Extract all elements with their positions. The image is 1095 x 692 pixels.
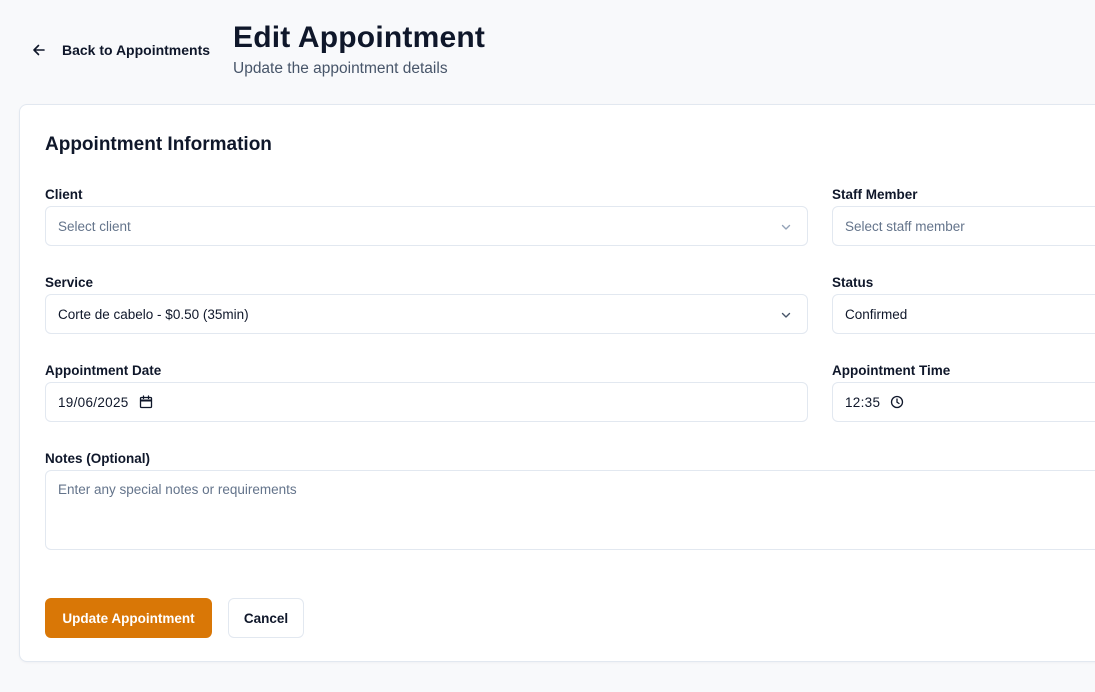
service-select-value: Corte de cabelo - $0.50 (35min) bbox=[58, 306, 249, 322]
appointment-date-input[interactable]: 19/06/2025 bbox=[45, 382, 808, 422]
notes-label: Notes (Optional) bbox=[45, 451, 150, 466]
status-select-value: Confirmed bbox=[845, 306, 908, 322]
page-title: Edit Appointment bbox=[233, 21, 486, 54]
time-value: 12:35 bbox=[845, 394, 881, 410]
client-select[interactable]: Select client bbox=[45, 206, 808, 246]
calendar-icon[interactable] bbox=[139, 395, 153, 409]
chevron-down-icon bbox=[781, 224, 791, 230]
section-title: Appointment Information bbox=[45, 134, 272, 155]
status-label: Status bbox=[832, 275, 874, 290]
arrow-left-icon bbox=[33, 44, 45, 56]
staff-member-label: Staff Member bbox=[832, 187, 918, 202]
page-header: Back to Appointments Edit Appointment Up… bbox=[0, 0, 1095, 104]
appointment-form-card: Appointment Information Client Select cl… bbox=[19, 104, 1095, 662]
appointment-date-label: Appointment Date bbox=[45, 363, 162, 378]
client-select-placeholder: Select client bbox=[58, 218, 131, 234]
service-select[interactable]: Corte de cabelo - $0.50 (35min) bbox=[45, 294, 808, 334]
staff-member-select[interactable]: Select staff member bbox=[832, 206, 1095, 246]
back-link-label: Back to Appointments bbox=[62, 42, 211, 58]
appointment-time-label: Appointment Time bbox=[832, 363, 951, 378]
date-value: 19/06/2025 bbox=[58, 394, 129, 410]
update-appointment-button[interactable]: Update Appointment bbox=[45, 598, 212, 638]
back-to-appointments-link[interactable]: Back to Appointments bbox=[32, 40, 210, 60]
service-label: Service bbox=[45, 275, 94, 290]
clock-icon[interactable] bbox=[890, 395, 904, 409]
notes-textarea[interactable]: Enter any special notes or requirements bbox=[45, 470, 1095, 550]
notes-placeholder: Enter any special notes or requirements bbox=[58, 482, 297, 497]
page-subtitle: Update the appointment details bbox=[233, 60, 448, 77]
client-label: Client bbox=[45, 187, 83, 202]
staff-select-placeholder: Select staff member bbox=[845, 218, 965, 234]
status-select[interactable]: Confirmed bbox=[832, 294, 1095, 334]
chevron-down-icon bbox=[781, 312, 791, 318]
appointment-time-input[interactable]: 12:35 bbox=[832, 382, 1095, 422]
cancel-button[interactable]: Cancel bbox=[228, 598, 304, 638]
